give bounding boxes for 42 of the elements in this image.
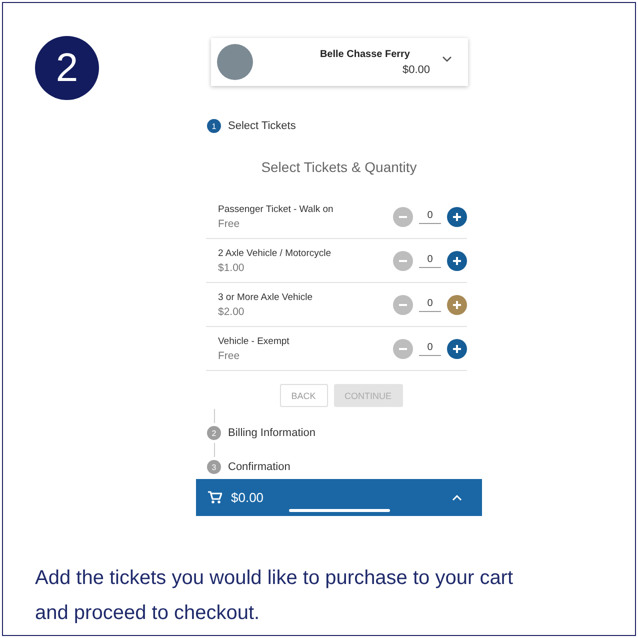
step-number: 2 xyxy=(35,36,99,100)
plus-button[interactable] xyxy=(447,338,467,358)
ticket-name: Vehicle - Exempt xyxy=(218,336,290,346)
step-circle: 3 xyxy=(207,460,221,474)
ticket-price: Free xyxy=(218,350,241,362)
quantity-field[interactable]: 0 xyxy=(419,298,441,312)
step-label[interactable]: Billing Information xyxy=(228,427,316,439)
ferry-selector[interactable]: Belle Chasse Ferry $0.00 xyxy=(211,38,468,86)
ticket-price: Free xyxy=(218,218,241,230)
step-label[interactable]: Confirmation xyxy=(228,461,290,473)
minus-button[interactable] xyxy=(393,294,413,314)
chevron-up-icon xyxy=(452,494,462,500)
plus-icon xyxy=(452,300,462,310)
cart-icon xyxy=(208,491,222,504)
minus-button[interactable] xyxy=(393,250,413,270)
photo-placeholder xyxy=(217,44,253,80)
step-circle: 2 xyxy=(207,426,221,440)
quantity-field[interactable]: 0 xyxy=(419,254,441,268)
plus-icon xyxy=(452,256,462,266)
ferry-total: $0.00 xyxy=(402,64,430,76)
quantity-field[interactable]: 0 xyxy=(419,210,441,224)
minus-button[interactable] xyxy=(393,206,413,226)
plus-icon xyxy=(452,212,462,222)
ticket-name: 2 Axle Vehicle / Motorcycle xyxy=(218,248,332,258)
ticket-name: 3 or More Axle Vehicle xyxy=(218,292,314,302)
instruction-text: Add the tickets you would like to purchase to your cart and proceed to checkout. xyxy=(35,566,514,626)
ferry-name: Belle Chasse Ferry xyxy=(320,48,410,60)
step-circle: 1 xyxy=(207,119,221,133)
cart-bar[interactable]: $0.00 xyxy=(196,479,482,516)
ticket-price: $2.00 xyxy=(218,306,246,318)
cart-total: $0.00 xyxy=(231,490,265,505)
plus-button[interactable] xyxy=(447,294,467,314)
plus-button[interactable] xyxy=(447,206,467,226)
section-heading: Select Tickets & Quantity xyxy=(260,159,418,175)
chevron-down-icon xyxy=(442,56,452,62)
plus-button[interactable] xyxy=(447,250,467,270)
step-label[interactable]: Select Tickets xyxy=(228,120,296,132)
minus-button[interactable] xyxy=(393,338,413,358)
plus-icon xyxy=(452,344,462,354)
ticket-price: $1.00 xyxy=(218,262,246,274)
ticket-name: Passenger Ticket - Walk on xyxy=(218,204,334,214)
quantity-field[interactable]: 0 xyxy=(419,342,441,356)
